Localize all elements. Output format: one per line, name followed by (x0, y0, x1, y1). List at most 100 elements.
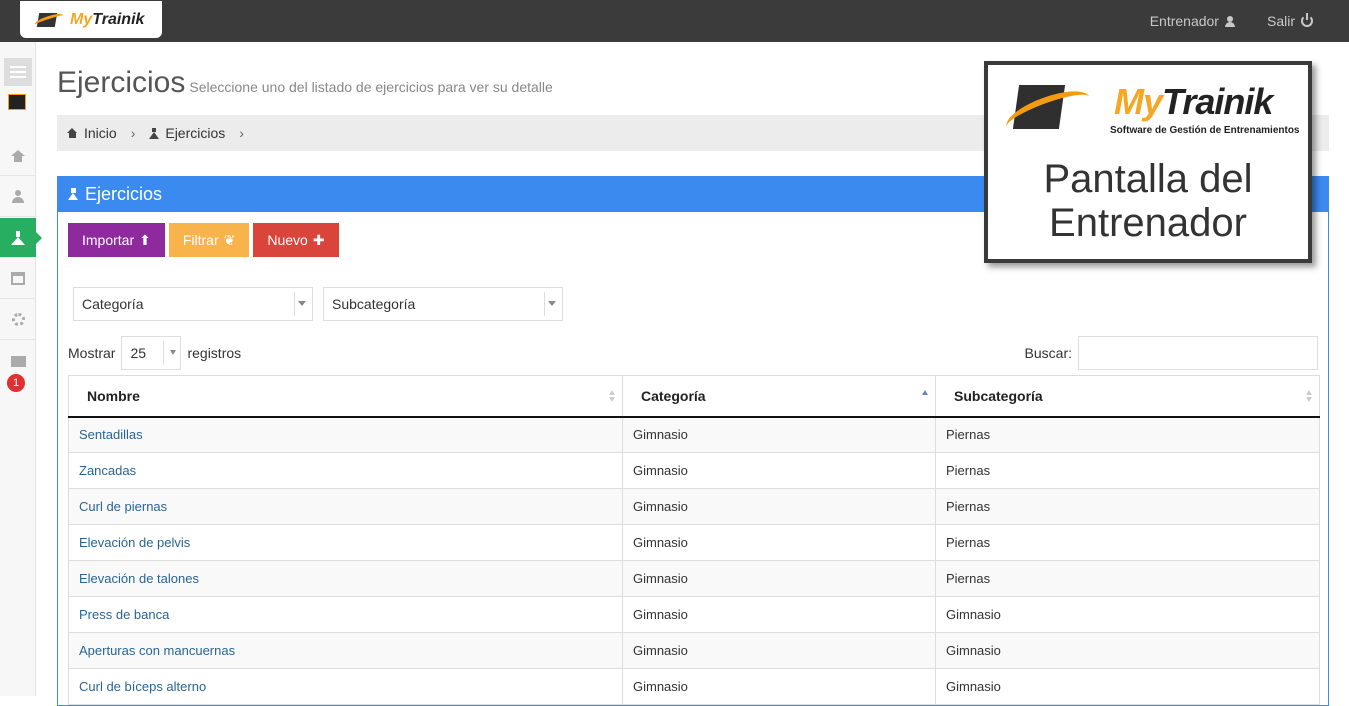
envelope-icon (10, 355, 26, 367)
cell-name[interactable]: Zancadas (68, 452, 623, 489)
subcategory-select[interactable]: Subcategoría (323, 287, 563, 321)
sidebar-item-home[interactable] (0, 136, 36, 176)
power-icon (1301, 13, 1313, 27)
logo[interactable]: MyTrainik (20, 1, 162, 38)
new-label: Nuevo (267, 232, 308, 248)
sidebar-item-users[interactable] (0, 177, 36, 217)
top-bar: MyTrainik Entrenador Salir (0, 0, 1349, 42)
cell-category: Gimnasio (622, 416, 936, 453)
cell-subcategory: Gimnasio (935, 668, 1320, 705)
gear-icon (11, 313, 25, 326)
breadcrumb-home[interactable]: Inicio (84, 125, 117, 141)
plus-icon: ✚ (312, 231, 325, 248)
filter-button[interactable]: Filtrar ❦ (168, 223, 250, 257)
sidebar-item-settings[interactable] (0, 300, 36, 340)
cell-category: Gimnasio (622, 668, 936, 705)
cell-subcategory: Piernas (935, 560, 1320, 597)
sidebar-item-exercises[interactable] (0, 218, 42, 258)
cell-name[interactable]: Elevación de pelvis (68, 524, 623, 561)
column-header-label: Subcategoría (954, 387, 1043, 404)
cell-name[interactable]: Press de banca (68, 596, 623, 633)
user-icon (1224, 15, 1235, 27)
menu-toggle-icon[interactable] (4, 58, 32, 86)
subcategory-select-value: Subcategoría (332, 296, 416, 312)
cell-category: Gimnasio (622, 596, 936, 633)
table-row[interactable]: Zancadas Gimnasio Piernas (68, 452, 1320, 489)
column-header-name[interactable]: Nombre (68, 375, 623, 418)
screen-caption-overlay: MyTrainik Software de Gestión de Entrena… (984, 61, 1312, 263)
cell-name[interactable]: Aperturas con mancuernas (68, 632, 623, 669)
cell-subcategory: Piernas (935, 416, 1320, 453)
arrow-up-icon: ⬆ (139, 231, 151, 248)
cell-category: Gimnasio (622, 560, 936, 597)
cell-name[interactable]: Curl de piernas (68, 488, 623, 525)
page-title-text: Ejercicios (57, 66, 186, 99)
user-menu[interactable]: Entrenador (1150, 13, 1235, 29)
length-suffix: registros (187, 345, 242, 361)
caret-down-icon (298, 301, 306, 306)
search-label: Buscar: (1024, 345, 1072, 361)
filter-label: Filtrar (182, 232, 219, 248)
logo-mark-icon (33, 10, 68, 30)
home-icon (11, 149, 25, 162)
overlay-tagline: Software de Gestión de Entrenamientos (1110, 125, 1300, 136)
caret-down-icon (170, 350, 177, 355)
column-header-category[interactable]: Categoría (622, 375, 936, 418)
cell-category: Gimnasio (622, 632, 936, 669)
cell-category: Gimnasio (622, 452, 936, 489)
logout-link[interactable]: Salir (1267, 13, 1313, 29)
cell-category: Gimnasio (622, 524, 936, 561)
column-header-subcategory[interactable]: Subcategoría (935, 375, 1320, 418)
table-row[interactable]: Elevación de pelvis Gimnasio Piernas (68, 524, 1320, 561)
sort-asc-icon (922, 390, 929, 402)
table-row[interactable]: Curl de piernas Gimnasio Piernas (68, 488, 1320, 525)
exercises-table: Nombre Categoría Subcategoría Sentadilla… (68, 375, 1320, 705)
calendar-icon (11, 272, 25, 285)
sidebar-item-calendar[interactable] (0, 259, 36, 299)
sort-icon (609, 390, 616, 402)
length-prefix: Mostrar (68, 345, 116, 361)
search-area: Buscar: (1025, 336, 1318, 370)
page-subtitle: Seleccione uno del listado de ejercicios… (189, 79, 553, 95)
cell-category: Gimnasio (622, 488, 936, 525)
cell-subcategory: Gimnasio (935, 632, 1320, 669)
panel-title: Ejercicios (85, 183, 163, 204)
table-row[interactable]: Sentadillas Gimnasio Piernas (68, 416, 1320, 453)
page-title: Ejercicios Seleccione uno del listado de … (57, 66, 553, 100)
logo-text: MyTrainik (70, 10, 145, 28)
import-button[interactable]: Importar ⬆ (68, 223, 165, 257)
overlay-logo: MyTrainik Software de Gestión de Entrena… (1001, 81, 1299, 142)
flask-icon (68, 188, 79, 200)
cell-subcategory: Piernas (935, 488, 1320, 525)
overlay-title-line2: Entrenador (1049, 201, 1247, 245)
cell-name[interactable]: Elevación de talones (68, 560, 623, 597)
logout-label: Salir (1266, 13, 1295, 29)
table-row[interactable]: Aperturas con mancuernas Gimnasio Gimnasio (68, 632, 1320, 669)
caret-down-icon (548, 301, 556, 306)
category-select-value: Categoría (82, 296, 144, 312)
cell-subcategory: Piernas (935, 452, 1320, 489)
chevron-right-icon: › (239, 125, 244, 141)
logo-mark-icon (1001, 82, 1095, 142)
cell-subcategory: Piernas (935, 524, 1320, 561)
leaf-icon: ❦ (223, 231, 236, 248)
cell-name[interactable]: Sentadillas (68, 416, 623, 453)
new-button[interactable]: Nuevo ✚ (253, 223, 339, 257)
table-row[interactable]: Curl de bíceps alterno Gimnasio Gimnasio (68, 668, 1320, 705)
column-header-label: Categoría (641, 387, 706, 404)
cell-name[interactable]: Curl de bíceps alterno (68, 668, 623, 705)
sort-icon (1306, 390, 1313, 402)
breadcrumb-current[interactable]: Ejercicios (165, 125, 225, 141)
page-length: Mostrar 25 registros (68, 336, 241, 370)
flask-icon (149, 127, 160, 139)
page-length-select[interactable]: 25 (121, 336, 182, 370)
cell-subcategory: Gimnasio (935, 596, 1320, 633)
notification-badge: 1 (7, 374, 25, 392)
user-icon (12, 190, 24, 203)
search-input[interactable] (1078, 336, 1318, 370)
column-header-label: Nombre (87, 387, 140, 404)
overlay-title: Pantalla del Entrenador (988, 157, 1308, 245)
category-select[interactable]: Categoría (73, 287, 313, 321)
table-row[interactable]: Press de banca Gimnasio Gimnasio (68, 596, 1320, 633)
table-row[interactable]: Elevación de talones Gimnasio Piernas (68, 560, 1320, 597)
